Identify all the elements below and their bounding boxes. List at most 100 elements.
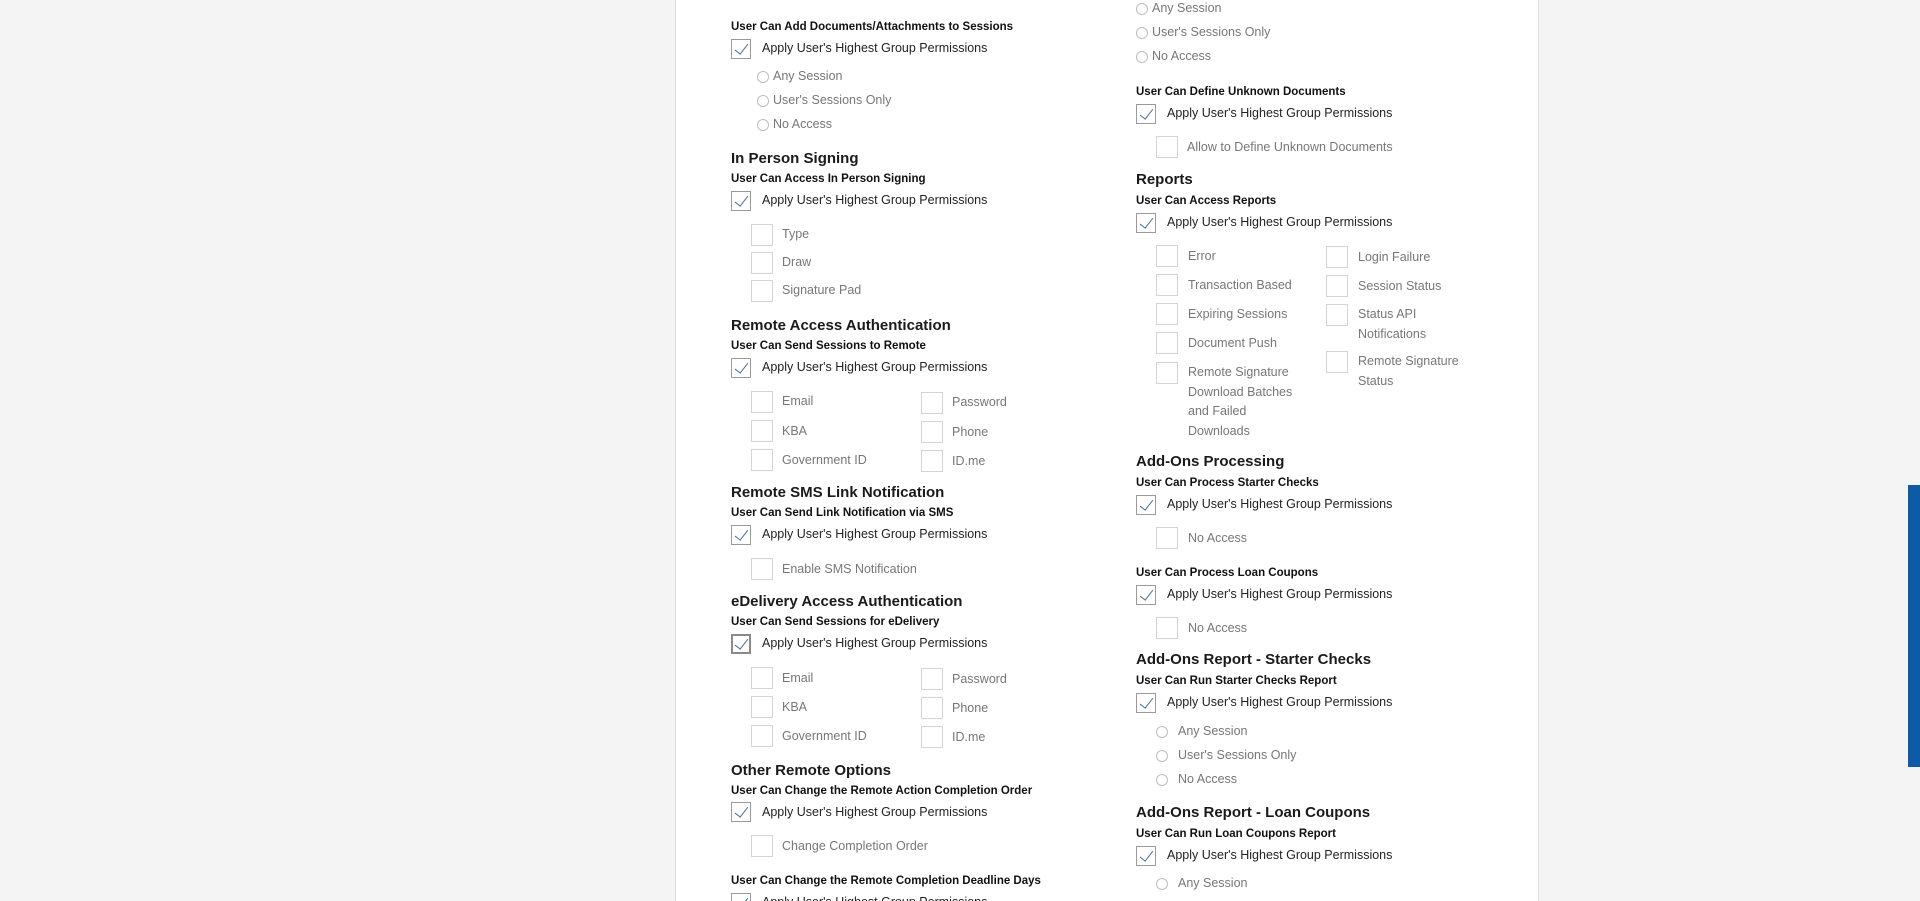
remote-auth-apply-checkbox[interactable] <box>731 358 751 378</box>
define-unknown-subheading: User Can Define Unknown Documents <box>1136 86 1346 98</box>
add-docs-radio-any[interactable] <box>757 71 769 83</box>
completion-order-label: Change Completion Order <box>782 839 928 853</box>
starter-report-radio-any[interactable] <box>1156 726 1168 738</box>
in-person-draw-checkbox[interactable] <box>751 252 773 274</box>
checkmark-icon <box>734 192 749 207</box>
reports-error-checkbox[interactable] <box>1156 245 1178 267</box>
edelivery-idme-checkbox[interactable] <box>921 726 943 748</box>
checkmark-icon <box>734 894 749 901</box>
in-person-type-checkbox[interactable] <box>751 224 773 246</box>
reports-error-label: Error <box>1188 249 1216 263</box>
remote-auth-password-label: Password <box>952 395 1007 409</box>
sms-subheading: User Can Send Link Notification via SMS <box>731 507 954 519</box>
remote-auth-idme-checkbox[interactable] <box>921 450 943 472</box>
checkmark-icon <box>734 803 749 818</box>
in-person-type-label: Type <box>782 227 810 241</box>
define-unknown-apply-checkbox[interactable] <box>1136 104 1156 124</box>
reports-session-status-label: Session Status <box>1358 279 1442 293</box>
sms-enable-checkbox[interactable] <box>751 558 773 580</box>
top-radio-own[interactable] <box>1136 27 1148 39</box>
loan-report-opt-any: Any Session <box>1178 876 1248 890</box>
remote-auth-subheading: User Can Send Sessions to Remote <box>731 340 926 352</box>
checkmark-icon <box>734 359 749 374</box>
checkmark-icon <box>1139 214 1154 229</box>
other-remote-heading: Other Remote Options <box>731 762 892 779</box>
scrollbar-thumb[interactable] <box>1908 485 1920 767</box>
loan-coupons-subheading: User Can Process Loan Coupons <box>1136 567 1319 579</box>
top-radio-any[interactable] <box>1136 3 1148 15</box>
add-docs-opt-none: No Access <box>773 117 833 131</box>
top-opt-own: User's Sessions Only <box>1152 25 1271 39</box>
loan-coupons-noaccess-label: No Access <box>1188 621 1248 635</box>
completion-order-checkbox[interactable] <box>751 835 773 857</box>
reports-session-status-checkbox[interactable] <box>1326 275 1348 297</box>
edelivery-phone-checkbox[interactable] <box>921 697 943 719</box>
reports-login-failure-checkbox[interactable] <box>1326 246 1348 268</box>
remote-auth-password-checkbox[interactable] <box>921 392 943 414</box>
top-radio-none[interactable] <box>1136 51 1148 63</box>
add-docs-radio-own[interactable] <box>757 95 769 107</box>
sms-apply-label: Apply User's Highest Group Permissions <box>762 527 988 541</box>
reports-apply-checkbox[interactable] <box>1136 213 1156 233</box>
edelivery-subheading: User Can Send Sessions for eDelivery <box>731 616 940 628</box>
reports-status-api-checkbox[interactable] <box>1326 304 1348 326</box>
loan-report-radio-any[interactable] <box>1156 878 1168 890</box>
reports-remote-sig-status-label: Remote Signature Status <box>1358 354 1459 388</box>
loan-coupons-noaccess-checkbox[interactable] <box>1156 617 1178 639</box>
edelivery-idme-label: ID.me <box>952 730 986 744</box>
sms-enable-label: Enable SMS Notification <box>782 562 917 576</box>
edelivery-email-label: Email <box>782 671 814 685</box>
permissions-panel: User Can Add Documents/Attachments to Se… <box>675 0 1539 901</box>
add-docs-radio-none[interactable] <box>757 119 769 131</box>
top-opt-any: Any Session <box>1152 1 1222 15</box>
remote-auth-govid-checkbox[interactable] <box>751 449 773 471</box>
edelivery-govid-checkbox[interactable] <box>751 725 773 747</box>
checkmark-icon <box>1139 847 1154 862</box>
reports-remote-download-checkbox[interactable] <box>1156 362 1178 384</box>
starter-checks-noaccess-checkbox[interactable] <box>1156 527 1178 549</box>
starter-report-radio-own[interactable] <box>1156 750 1168 762</box>
reports-expiring-checkbox[interactable] <box>1156 303 1178 325</box>
checkmark-icon <box>734 40 749 55</box>
remote-auth-kba-checkbox[interactable] <box>751 420 773 442</box>
other-remote-apply-checkbox[interactable] <box>731 802 751 822</box>
add-docs-apply-checkbox[interactable] <box>731 39 751 59</box>
edelivery-kba-label: KBA <box>782 700 808 714</box>
define-unknown-allow-checkbox[interactable] <box>1156 136 1178 158</box>
in-person-heading: In Person Signing <box>731 150 859 167</box>
starter-report-heading: Add-Ons Report - Starter Checks <box>1136 651 1372 668</box>
edelivery-kba-checkbox[interactable] <box>751 696 773 718</box>
reports-docpush-label: Document Push <box>1188 336 1277 350</box>
reports-status-api-label: Status API Notifications <box>1358 307 1427 341</box>
reports-remote-sig-status-checkbox[interactable] <box>1326 351 1348 373</box>
sms-apply-checkbox[interactable] <box>731 525 751 545</box>
in-person-sigpad-checkbox[interactable] <box>751 280 773 302</box>
add-docs-opt-any: Any Session <box>773 69 843 83</box>
remote-auth-email-checkbox[interactable] <box>751 391 773 413</box>
loan-coupons-apply-checkbox[interactable] <box>1136 585 1156 605</box>
reports-apply-label: Apply User's Highest Group Permissions <box>1167 215 1393 229</box>
checkmark-icon <box>734 526 749 541</box>
starter-report-subheading: User Can Run Starter Checks Report <box>1136 675 1337 687</box>
loan-report-heading: Add-Ons Report - Loan Coupons <box>1136 804 1371 821</box>
loan-report-subheading: User Can Run Loan Coupons Report <box>1136 828 1336 840</box>
reports-login-failure-label: Login Failure <box>1358 250 1431 264</box>
starter-report-apply-checkbox[interactable] <box>1136 693 1156 713</box>
reports-transaction-checkbox[interactable] <box>1156 274 1178 296</box>
loan-report-apply-checkbox[interactable] <box>1136 846 1156 866</box>
edelivery-apply-checkbox[interactable] <box>731 634 751 654</box>
add-docs-apply-label: Apply User's Highest Group Permissions <box>762 41 988 55</box>
reports-docpush-checkbox[interactable] <box>1156 332 1178 354</box>
starter-report-opt-none: No Access <box>1178 772 1238 786</box>
addons-processing-heading: Add-Ons Processing <box>1136 453 1285 470</box>
starter-report-radio-none[interactable] <box>1156 774 1168 786</box>
remote-auth-phone-checkbox[interactable] <box>921 421 943 443</box>
in-person-apply-checkbox[interactable] <box>731 191 751 211</box>
deadline-days-apply-checkbox[interactable] <box>731 893 751 901</box>
edelivery-email-checkbox[interactable] <box>751 667 773 689</box>
other-remote-subheading: User Can Change the Remote Action Comple… <box>731 785 1033 797</box>
starter-checks-apply-checkbox[interactable] <box>1136 495 1156 515</box>
loan-report-apply-label: Apply User's Highest Group Permissions <box>1167 848 1393 862</box>
starter-report-apply-label: Apply User's Highest Group Permissions <box>1167 695 1393 709</box>
edelivery-password-checkbox[interactable] <box>921 668 943 690</box>
